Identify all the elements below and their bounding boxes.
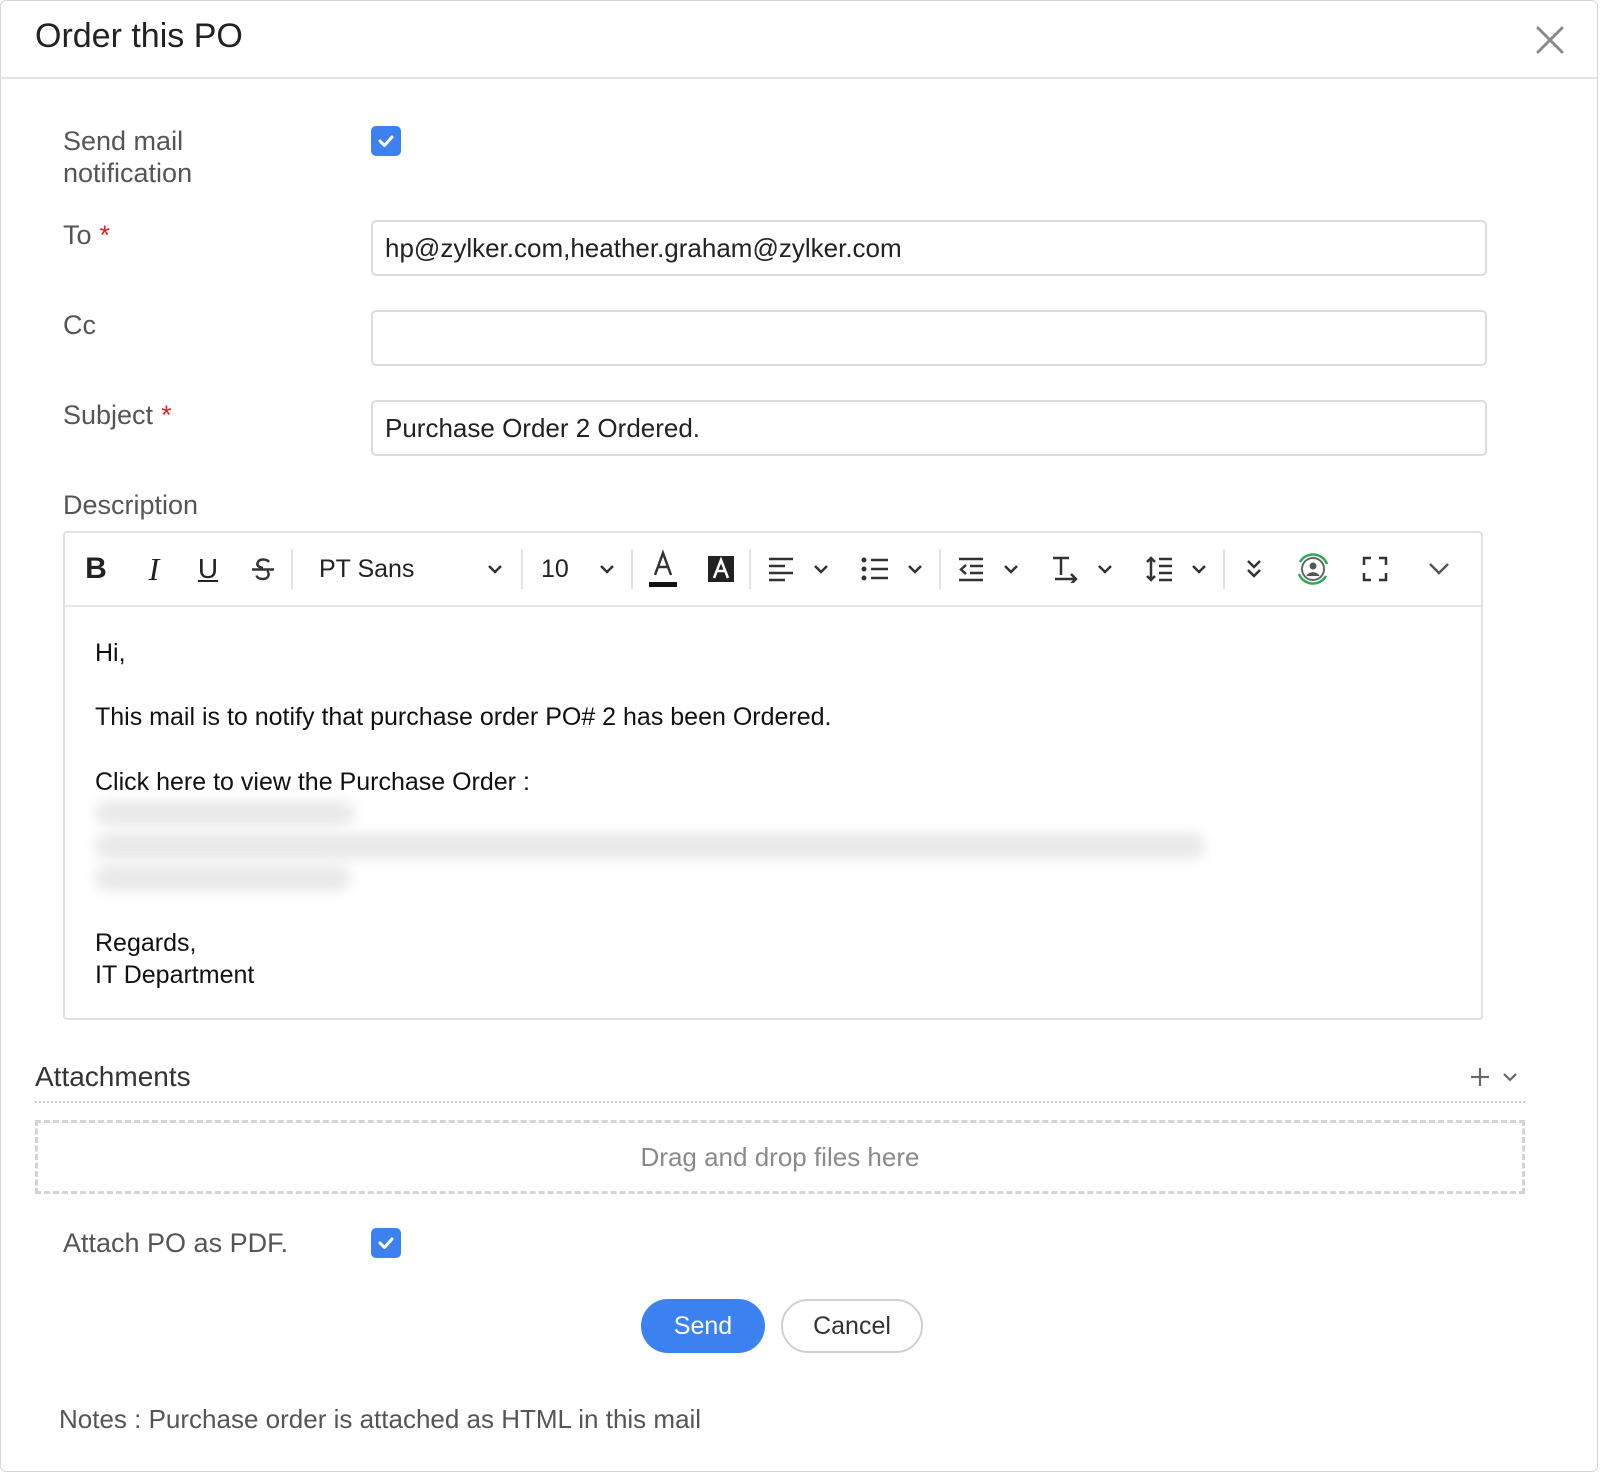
attach-pdf-checkbox[interactable] (371, 1228, 401, 1258)
closing-text: Regards, (95, 929, 197, 957)
strikethrough-button[interactable] (235, 533, 291, 605)
line-height-icon (1146, 556, 1172, 582)
subject-field[interactable]: Purchase Order 2 Ordered. (371, 400, 1487, 456)
underline-icon: U (197, 553, 219, 584)
attachments-title: Attachments (35, 1061, 191, 1092)
underline-button[interactable]: U (181, 533, 235, 605)
checkmark-icon (378, 135, 394, 147)
italic-icon: I (148, 550, 160, 587)
font-size-value: 10 (541, 554, 569, 583)
line-height-dropdown[interactable] (1129, 533, 1223, 605)
clear-format-icon (1053, 556, 1078, 583)
bullet-list-icon (861, 557, 888, 581)
editor-toolbar: B I U PT Sans 10 (65, 533, 1481, 607)
notify-text: This mail is to notify that purchase ord… (95, 703, 832, 731)
send-mail-label-line2: notification (63, 158, 193, 188)
add-attachment-icon[interactable] (1469, 1066, 1491, 1088)
greeting-text: Hi, (95, 639, 126, 667)
chevron-down-icon (1429, 563, 1449, 575)
signature-text: IT Department (95, 961, 255, 989)
attach-pdf-label: Attach PO as PDF. (63, 1228, 289, 1258)
chevron-down-icon (600, 565, 614, 574)
description-label: Description (63, 490, 199, 520)
required-marker: * (161, 400, 172, 430)
rich-text-editor: B I U PT Sans 10 Hi, This mail is to not… (63, 531, 1483, 1020)
indent-dropdown[interactable] (941, 533, 1035, 605)
send-mail-checkbox[interactable] (371, 126, 401, 156)
order-po-dialog: Order this PO Send mail notification To *… (0, 0, 1598, 1472)
required-marker: * (99, 220, 111, 250)
bold-button[interactable]: B (65, 533, 127, 605)
align-left-icon (769, 557, 793, 582)
file-drop-zone[interactable]: Drag and drop files here (35, 1120, 1525, 1194)
chevron-down-icon (1004, 565, 1018, 574)
chevron-down-icon (814, 565, 828, 574)
to-field[interactable]: hp@zylker.com,heather.graham@zylker.com (371, 220, 1487, 276)
text-color-button[interactable] (633, 533, 693, 605)
more-options-icon (1247, 560, 1261, 578)
fullscreen-icon (1362, 556, 1388, 582)
notes-text: Notes : Purchase order is attached as HT… (59, 1404, 702, 1434)
highlight-color-button[interactable] (693, 533, 749, 605)
font-family-dropdown[interactable]: PT Sans (293, 533, 521, 605)
highlight-color-icon (708, 556, 734, 582)
dialog-header: Order this PO (1, 1, 1597, 79)
to-label: To * (63, 219, 110, 251)
bullet-list-dropdown[interactable] (845, 533, 939, 605)
blurred-link-line[interactable] (95, 865, 350, 891)
font-family-value: PT Sans (319, 554, 415, 583)
send-mail-label-line1: Send mail (63, 126, 184, 156)
text-direction-dropdown[interactable] (1035, 533, 1129, 605)
font-size-dropdown[interactable]: 10 (523, 533, 631, 605)
close-icon[interactable] (1533, 23, 1567, 57)
chevron-down-icon[interactable] (1501, 1070, 1519, 1084)
fullscreen-button[interactable] (1343, 533, 1407, 605)
text-color-icon (649, 549, 677, 587)
chevron-down-icon (1098, 565, 1112, 574)
blurred-link-line[interactable] (95, 833, 1205, 859)
outdent-icon (959, 557, 983, 582)
subject-label: Subject * (63, 399, 172, 431)
cc-label: Cc (63, 310, 96, 340)
toolbar-collapse-button[interactable] (1409, 533, 1469, 605)
more-options-button[interactable] (1225, 533, 1283, 605)
blurred-link-line[interactable] (95, 801, 355, 825)
strikethrough-icon (252, 558, 274, 581)
merge-field-icon (1297, 553, 1329, 585)
view-po-text: Click here to view the Purchase Order : (95, 768, 530, 796)
attachments-divider (35, 1101, 1525, 1103)
align-dropdown[interactable] (751, 533, 845, 605)
send-mail-label: Send mail notification (63, 125, 192, 189)
merge-field-button[interactable] (1283, 533, 1343, 605)
italic-button[interactable]: I (127, 533, 181, 605)
chevron-down-icon (908, 565, 922, 574)
send-button[interactable]: Send (641, 1299, 765, 1353)
chevron-down-icon (488, 565, 502, 574)
dialog-title: Order this PO (35, 17, 243, 55)
cc-field[interactable] (371, 310, 1487, 366)
bold-icon: B (85, 552, 107, 585)
subject-label-text: Subject (63, 400, 154, 430)
checkmark-icon (378, 1237, 394, 1249)
cancel-button[interactable]: Cancel (781, 1299, 923, 1353)
chevron-down-icon (1192, 565, 1206, 574)
to-label-text: To (63, 220, 92, 250)
